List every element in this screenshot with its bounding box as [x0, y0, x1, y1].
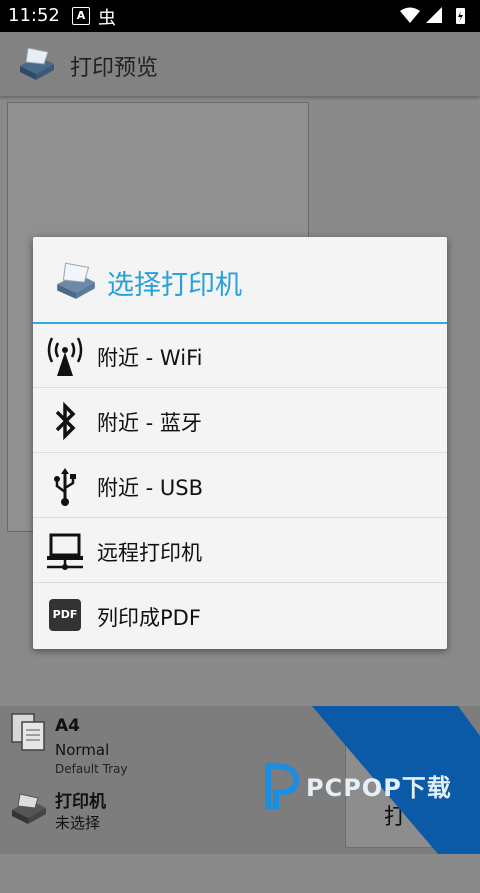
status-bar: 11:52 A 虫	[0, 0, 480, 32]
paper-tray[interactable]: Default Tray	[55, 762, 128, 776]
option-label: 附近 - 蓝牙	[97, 411, 202, 435]
usb-icon	[54, 468, 76, 506]
wifi-signal-icon	[400, 7, 420, 23]
page-title: 打印预览	[70, 56, 159, 81]
option-label: 附近 - WiFi	[97, 346, 203, 370]
pdf-icon: PDF	[49, 599, 81, 631]
watermark-p-icon	[265, 762, 300, 809]
paper-size[interactable]: A4	[55, 716, 80, 736]
option-label: 列印成PDF	[97, 606, 201, 630]
wifi-antenna-icon	[47, 337, 83, 376]
notification-a-icon: A	[72, 7, 90, 25]
watermark-label: PCPOP下载	[306, 774, 452, 802]
dialog-title: 选择打印机	[107, 270, 242, 301]
option-label: 附近 - USB	[97, 476, 204, 500]
network-computer-icon	[47, 533, 83, 570]
printer-option-remote[interactable]: 远程打印机	[33, 519, 447, 583]
printer-option-bluetooth[interactable]: 附近 - 蓝牙	[33, 389, 447, 453]
status-time: 11:52	[8, 5, 60, 26]
select-printer-dialog: 选择打印机 附近 - WiFi 附近 - 蓝牙 附近 - USB 远程打印机 P…	[33, 237, 447, 649]
bluetooth-icon	[55, 401, 76, 441]
notification-bug-icon: 虫	[98, 8, 116, 29]
printer-option-wifi[interactable]: 附近 - WiFi	[33, 324, 447, 388]
printer-option-pdf[interactable]: PDF 列印成PDF	[33, 584, 447, 648]
paper-settings-icon[interactable]	[10, 712, 46, 752]
printer-logo-icon	[20, 47, 54, 80]
option-label: 远程打印机	[97, 541, 202, 565]
printer-logo-icon	[57, 262, 95, 299]
status-icons	[400, 7, 465, 24]
watermark-text: PCPOP下载	[262, 760, 472, 820]
printer-select-icon[interactable]	[8, 790, 48, 828]
paper-mode[interactable]: Normal	[55, 741, 109, 759]
printer-label[interactable]: 打印机	[55, 787, 106, 812]
printer-option-usb[interactable]: 附近 - USB	[33, 454, 447, 518]
printer-status[interactable]: 未选择	[55, 812, 100, 833]
cell-signal-icon	[426, 7, 442, 23]
app-bar: 打印预览	[0, 32, 480, 96]
